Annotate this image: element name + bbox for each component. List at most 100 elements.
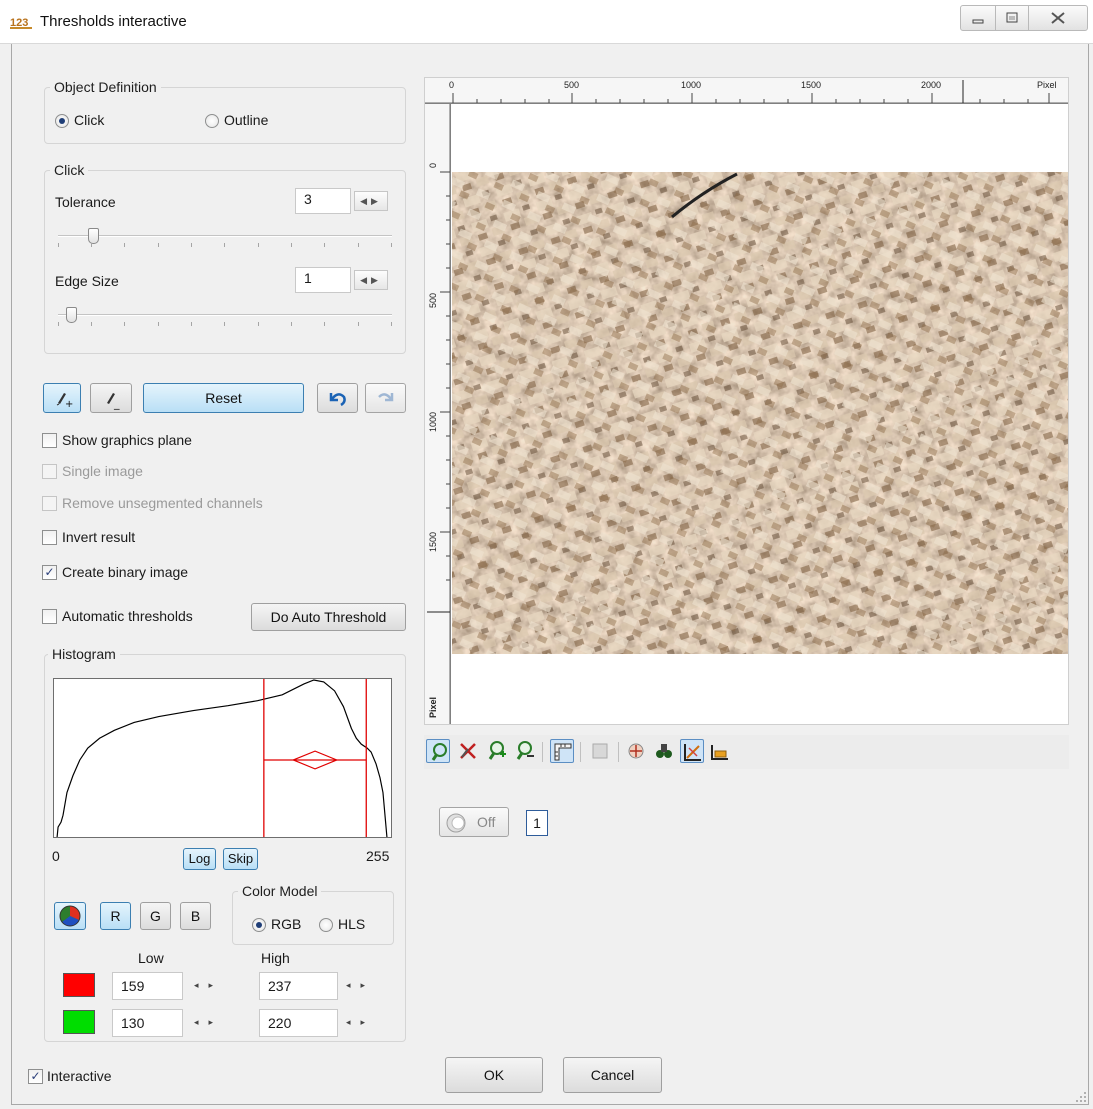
channel-1-high-spinner[interactable]: ◂▸ (346, 980, 375, 991)
log-button[interactable]: Log (183, 848, 216, 870)
click-radio-label: Click (74, 112, 105, 128)
click-group-title: Click (50, 162, 89, 178)
tolerance-slider-track[interactable] (58, 235, 392, 237)
x-tick-500: 500 (564, 80, 580, 90)
pan-icon (431, 743, 447, 761)
pan-tool-button[interactable] (426, 739, 450, 763)
histogram-curve (56, 679, 388, 837)
invert-result-label: Invert result (62, 529, 136, 545)
channel-2-high-input[interactable]: 220 (259, 1009, 338, 1037)
window-title: Thresholds interactive (40, 13, 187, 30)
click-radio[interactable] (55, 114, 69, 128)
channel-2-low-spinner[interactable]: ◂▸ (194, 1017, 223, 1028)
minimize-button[interactable] (960, 5, 996, 31)
ok-button[interactable]: OK (445, 1057, 543, 1093)
create-binary-image-checkbox[interactable]: ✓ (42, 565, 57, 580)
zoom-in-button[interactable] (484, 739, 508, 763)
close-button[interactable] (1028, 5, 1088, 31)
wood-chips-photo[interactable] (452, 172, 1068, 654)
tolerance-input[interactable]: 3 (295, 188, 351, 214)
zoom-out-button[interactable] (512, 739, 536, 763)
color-channels-button[interactable] (54, 902, 86, 930)
cancel-button[interactable]: Cancel (563, 1057, 662, 1093)
outline-radio[interactable] (205, 114, 219, 128)
automatic-thresholds-checkbox[interactable] (42, 609, 57, 624)
edge-size-spinner[interactable]: ◀▶ (354, 270, 388, 290)
live-toggle-button[interactable]: Off (439, 807, 509, 837)
channel-b-button[interactable]: B (180, 902, 211, 930)
y-tick-1500: 1500 (428, 531, 438, 552)
skip-button[interactable]: Skip (223, 848, 258, 870)
channel-number-box[interactable]: 1 (526, 810, 548, 836)
y-axis-unit: Pixel (428, 696, 438, 718)
axes-icon (684, 744, 701, 761)
channel-2-low-input[interactable]: 130 (112, 1009, 183, 1037)
single-image-label: Single image (62, 463, 143, 479)
edge-size-slider-track[interactable] (58, 314, 392, 316)
app-icon: 123 (10, 17, 32, 29)
reset-button[interactable]: Reset (143, 383, 304, 413)
undo-button[interactable] (317, 383, 358, 413)
color-wheel-icon (59, 905, 81, 927)
channel-2-high-spinner[interactable]: ◂▸ (346, 1017, 375, 1028)
remove-region-button[interactable]: _ (90, 383, 132, 413)
toolbar-separator (542, 742, 543, 762)
channel-2-color-swatch (63, 1010, 95, 1034)
channel-1-high-input[interactable]: 237 (259, 972, 338, 1000)
channel-g-button[interactable]: G (140, 902, 171, 930)
scale-bar-button[interactable] (708, 739, 732, 763)
histogram-title: Histogram (48, 646, 120, 662)
histogram-plot[interactable] (53, 678, 392, 838)
rgb-radio[interactable] (252, 918, 266, 932)
tolerance-slider-thumb[interactable] (87, 228, 99, 244)
x-tick-0: 0 (449, 80, 455, 90)
tolerance-spinner[interactable]: ◀▶ (354, 191, 388, 211)
ruler-toggle-button[interactable] (550, 739, 574, 763)
overlay-button[interactable] (588, 739, 612, 763)
vertical-ruler: 0 500 1000 1500 Pixel (425, 104, 451, 724)
remove-unsegmented-checkbox[interactable] (42, 496, 57, 511)
invert-result-checkbox[interactable] (42, 530, 57, 545)
redo-button[interactable] (365, 383, 406, 413)
clear-selection-button[interactable] (456, 739, 480, 763)
y-tick-0: 0 (428, 162, 438, 168)
tolerance-label: Tolerance (55, 194, 116, 210)
ruler-icon (554, 743, 572, 761)
histogram-min-label: 0 (52, 848, 60, 864)
channel-1-color-swatch (63, 973, 95, 997)
object-definition-title: Object Definition (50, 79, 161, 95)
live-toggle-label: Off (477, 814, 496, 830)
color-model-title: Color Model (238, 883, 322, 899)
scale-icon (711, 745, 728, 760)
outline-radio-label: Outline (224, 112, 269, 128)
show-graphics-plane-checkbox[interactable] (42, 433, 57, 448)
channel-1-low-spinner[interactable]: ◂▸ (194, 980, 223, 991)
svg-text:+: + (65, 399, 73, 410)
x-axis-unit: Pixel (1037, 80, 1057, 90)
binoculars-button[interactable] (652, 739, 676, 763)
edge-size-input[interactable]: 1 (295, 267, 351, 293)
channel-1-low-input[interactable]: 159 (112, 972, 183, 1000)
rgb-radio-label: RGB (271, 916, 302, 932)
axes-toggle-button[interactable] (680, 739, 704, 763)
low-column-label: Low (138, 950, 164, 966)
resize-grip-icon[interactable] (1074, 1090, 1088, 1104)
add-region-button[interactable]: + (43, 383, 81, 413)
edge-size-slider-thumb[interactable] (65, 307, 77, 323)
restore-icon (1006, 12, 1018, 23)
minimize-icon (972, 19, 984, 24)
single-image-checkbox[interactable] (42, 464, 57, 479)
y-tick-1000: 1000 (428, 411, 438, 432)
pencil-plus-icon: + (56, 393, 73, 410)
toolbar-separator (618, 742, 619, 762)
x-tick-1500: 1500 (801, 80, 822, 90)
do-auto-threshold-button[interactable]: Do Auto Threshold (251, 603, 406, 631)
binoculars-icon (656, 744, 672, 758)
hls-radio[interactable] (319, 918, 333, 932)
interactive-checkbox[interactable]: ✓ (28, 1069, 43, 1084)
remove-unsegmented-label: Remove unsegmented channels (62, 495, 263, 511)
maximize-button[interactable] (995, 5, 1029, 31)
x-tick-2000: 2000 (921, 80, 942, 90)
channel-r-button[interactable]: R (100, 902, 131, 930)
crosshair-button[interactable] (624, 739, 648, 763)
